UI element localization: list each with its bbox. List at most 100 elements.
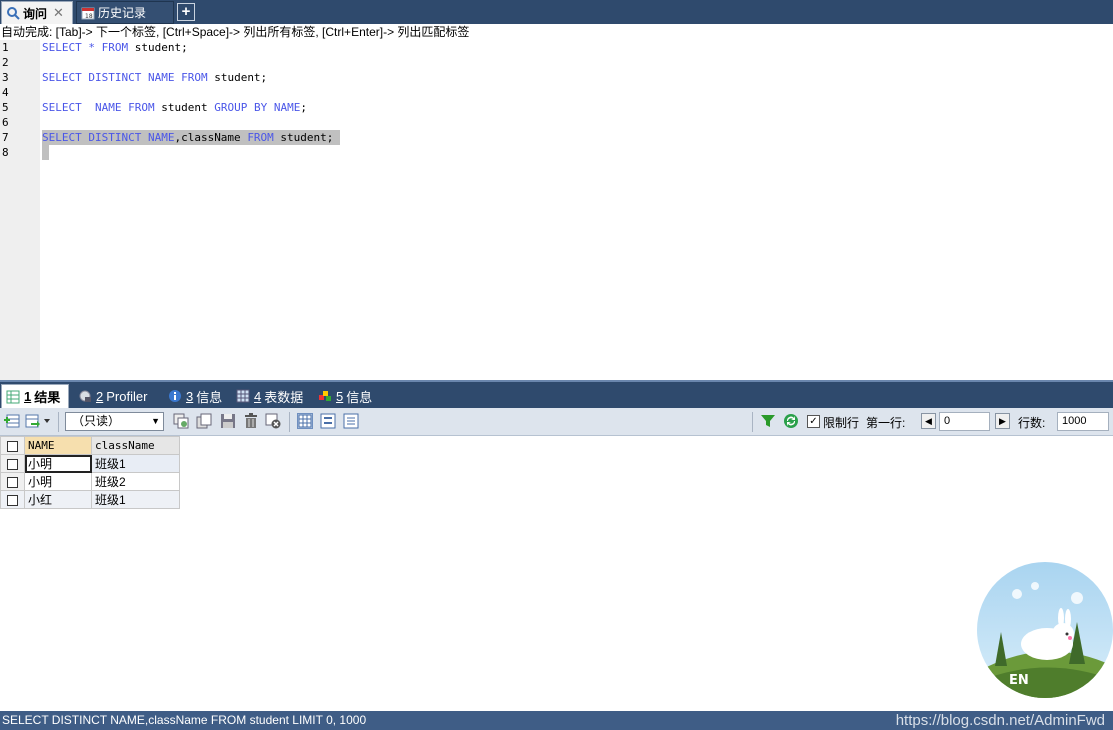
checkbox[interactable] bbox=[7, 494, 18, 506]
refresh-icon[interactable] bbox=[783, 413, 799, 429]
toolbar-separator bbox=[752, 412, 753, 432]
tab-profiler-label: Profiler bbox=[106, 388, 148, 404]
code-text: student bbox=[154, 101, 215, 114]
result-tab-bar: 1 结果 2 Profiler 3 信息 4 表数据 5 信息 bbox=[0, 380, 1113, 408]
column-header-name[interactable]: NAME bbox=[24, 436, 92, 455]
line-number: 1 bbox=[2, 41, 9, 54]
tab-result-label: 结果 bbox=[34, 390, 61, 405]
tab-info-2-num: 5 bbox=[336, 388, 344, 404]
add-tab-button[interactable]: + bbox=[177, 3, 195, 21]
keyword: FROM bbox=[247, 131, 274, 144]
readonly-select-value: （只读） bbox=[72, 414, 121, 428]
limit-rows-checkbox[interactable]: ✓ bbox=[807, 415, 820, 428]
add-row-icon[interactable] bbox=[4, 413, 20, 429]
tab-info-2-label: 信息 bbox=[346, 389, 373, 405]
code-text: student; bbox=[128, 41, 188, 54]
tab-query[interactable]: 询问 ✕ bbox=[1, 1, 73, 24]
result-grid-icon bbox=[6, 390, 20, 404]
calendar-icon: 18 bbox=[81, 6, 95, 20]
checkbox[interactable] bbox=[7, 440, 18, 452]
grid-view-icon[interactable] bbox=[297, 413, 313, 429]
tab-info[interactable]: 3 信息 bbox=[164, 384, 230, 408]
cell-classname[interactable]: 班级1 bbox=[91, 490, 180, 509]
readonly-select[interactable]: （只读） ▼ bbox=[65, 412, 164, 431]
select-all-checkbox[interactable] bbox=[0, 436, 25, 455]
close-icon[interactable]: ✕ bbox=[53, 5, 64, 21]
cancel-changes-icon[interactable] bbox=[265, 413, 281, 429]
result-toolbar: （只读） ▼ ✓ 限制行 第一行: ◀ 0 ▶ 行数: 1000 bbox=[0, 408, 1113, 436]
tab-info-2[interactable]: 5 信息 bbox=[314, 384, 382, 408]
cell-name[interactable]: 小明 bbox=[24, 454, 92, 473]
query-tab-bar: 询问 ✕ 18 历史记录 + bbox=[0, 0, 1113, 24]
row-checkbox-cell[interactable] bbox=[0, 490, 25, 509]
table-row[interactable]: 小明 班级2 bbox=[0, 472, 180, 491]
cell-classname[interactable]: 班级1 bbox=[91, 454, 180, 473]
line-number: 2 bbox=[2, 56, 9, 69]
keyword: SELECT bbox=[42, 41, 82, 54]
code-line-3[interactable]: SELECT DISTINCT NAME FROM student; bbox=[42, 70, 267, 85]
table-row[interactable]: 小红 班级1 bbox=[0, 490, 180, 509]
column-header-classname[interactable]: className bbox=[91, 436, 180, 455]
next-page-button[interactable]: ▶ bbox=[995, 413, 1010, 429]
line-number: 5 bbox=[2, 101, 9, 114]
export-dropdown-icon[interactable] bbox=[25, 413, 53, 429]
tab-info-num: 3 bbox=[186, 388, 194, 404]
table-row[interactable]: 小明 班级1 bbox=[0, 454, 180, 473]
filter-icon[interactable] bbox=[760, 413, 776, 429]
first-row-label: 第一行: bbox=[866, 416, 906, 430]
line-number: 8 bbox=[2, 146, 9, 159]
tab-query-label: 询问 bbox=[23, 6, 48, 21]
rows-label: 行数: bbox=[1018, 416, 1046, 430]
sql-editor[interactable]: 1 2 3 4 5 6 7 8 SELECT * FROM student; S… bbox=[0, 40, 1113, 380]
rows-input[interactable]: 1000 bbox=[1057, 412, 1109, 431]
keyword: FROM bbox=[101, 41, 129, 54]
tab-info-label: 信息 bbox=[196, 389, 223, 405]
autocomplete-hint: 自动完成: [Tab]-> 下一个标签, [Ctrl+Space]-> 列出所有… bbox=[0, 24, 1113, 40]
svg-text:18: 18 bbox=[85, 13, 93, 20]
keyword: SELECT DISTINCT NAME bbox=[42, 71, 175, 84]
line-number: 4 bbox=[2, 86, 9, 99]
line-number: 6 bbox=[2, 116, 9, 129]
tab-profiler-num: 2 bbox=[96, 388, 104, 404]
text-cursor bbox=[42, 145, 49, 160]
tab-history-label: 历史记录 bbox=[98, 6, 147, 20]
form-view-icon[interactable] bbox=[320, 413, 336, 429]
line-number-gutter: 1 2 3 4 5 6 7 8 bbox=[0, 40, 40, 380]
tab-table-data-num: 4 bbox=[254, 388, 262, 404]
code-line-7-selected[interactable]: SELECT DISTINCT NAME,className FROM stud… bbox=[42, 130, 341, 145]
checkbox[interactable] bbox=[7, 458, 18, 470]
tab-table-data-label: 表数据 bbox=[264, 389, 304, 405]
checkbox[interactable] bbox=[7, 476, 18, 488]
table-data-icon bbox=[236, 389, 250, 403]
duplicate-row-icon[interactable] bbox=[173, 413, 189, 429]
text-view-icon[interactable] bbox=[343, 413, 359, 429]
status-query-text: SELECT DISTINCT NAME,className FROM stud… bbox=[2, 713, 367, 727]
chevron-down-icon: ▼ bbox=[151, 416, 160, 426]
cell-name[interactable]: 小明 bbox=[24, 472, 92, 491]
keyword: SELECT NAME bbox=[42, 101, 122, 114]
save-icon[interactable] bbox=[220, 413, 236, 429]
code-text: ,className bbox=[174, 131, 248, 144]
code-text: student; bbox=[207, 71, 268, 84]
sqlyog-window: 询问 ✕ 18 历史记录 + 自动完成: [Tab]-> 下一个标签, [Ctr… bbox=[0, 0, 1113, 730]
tab-table-data[interactable]: 4 表数据 bbox=[232, 384, 312, 408]
keyword: SELECT DISTINCT NAME bbox=[42, 131, 175, 144]
cell-classname[interactable]: 班级2 bbox=[91, 472, 180, 491]
first-row-input[interactable]: 0 bbox=[939, 412, 990, 431]
prev-page-button[interactable]: ◀ bbox=[921, 413, 936, 429]
row-checkbox-cell[interactable] bbox=[0, 454, 25, 473]
row-checkbox-cell[interactable] bbox=[0, 472, 25, 491]
code-line-1[interactable]: SELECT * FROM student; bbox=[42, 40, 188, 55]
tab-result-num: 1 bbox=[24, 389, 32, 404]
avatar-text: EN bbox=[1009, 673, 1029, 688]
line-number: 3 bbox=[2, 71, 9, 84]
code-line-5[interactable]: SELECT NAME FROM student GROUP BY NAME; bbox=[42, 100, 307, 115]
copy-icon[interactable] bbox=[196, 413, 212, 429]
tab-profiler[interactable]: 2 Profiler bbox=[74, 384, 164, 408]
tab-result[interactable]: 1 结果 bbox=[1, 384, 69, 408]
delete-icon[interactable] bbox=[243, 413, 259, 429]
cell-name[interactable]: 小红 bbox=[24, 490, 92, 509]
tab-history[interactable]: 18 历史记录 bbox=[76, 1, 174, 24]
status-info-icon bbox=[318, 389, 332, 403]
grid-header-row: NAME className bbox=[0, 436, 180, 455]
